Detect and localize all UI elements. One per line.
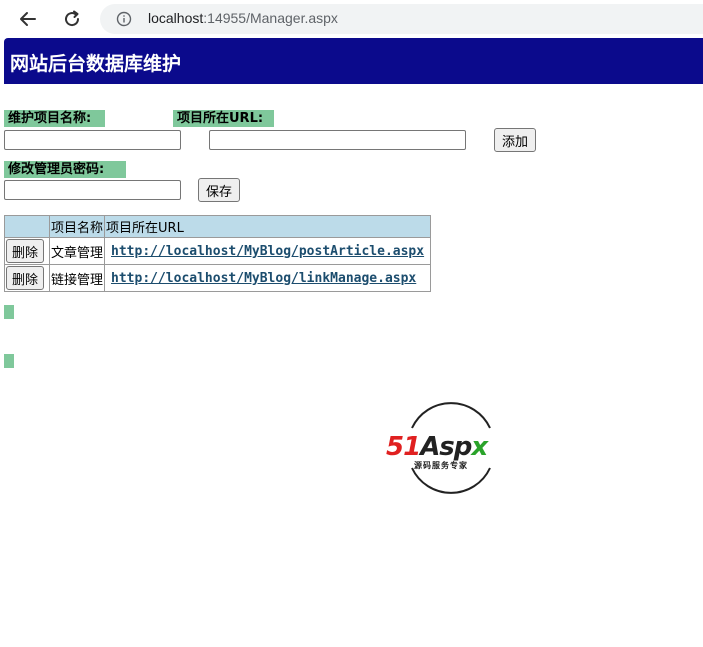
- table-cell-url: http://localhost/MyBlog/postArticle.aspx: [104, 237, 432, 265]
- table-cell-url: http://localhost/MyBlog/linkManage.aspx: [104, 264, 432, 292]
- item-url-label: 项目所在URL:: [173, 110, 274, 127]
- address-bar[interactable]: localhost:14955/Manager.aspx: [100, 4, 703, 34]
- logo-subtitle: 源码服务专家: [414, 461, 468, 470]
- table-header-name: 项目名称: [48, 215, 106, 238]
- item-name-label: 维护项目名称:: [4, 110, 105, 127]
- url-host: localhost: [148, 10, 204, 26]
- project-table: 项目名称 项目所在URL 删除 文章管理 http://localhost/My…: [4, 215, 432, 292]
- page-banner: 网站后台数据库维护: [4, 38, 703, 84]
- status-marker: [4, 305, 14, 319]
- logo-part-asp: Asp: [420, 432, 472, 462]
- table-header-action: [4, 215, 50, 238]
- page-viewport: 网站后台数据库维护 维护项目名称: 项目所在URL: 添加 修改管理员密码: 保…: [4, 38, 703, 647]
- back-button[interactable]: [16, 7, 40, 31]
- table-header-url: 项目所在URL: [104, 215, 432, 238]
- table-cell-name: 文章管理: [48, 237, 106, 265]
- browser-toolbar: localhost:14955/Manager.aspx: [0, 0, 703, 38]
- reload-button[interactable]: [60, 7, 84, 31]
- password-label: 修改管理员密码:: [4, 161, 126, 178]
- table-cell-action: 删除: [4, 237, 50, 265]
- site-info-icon[interactable]: [116, 11, 132, 27]
- table-cell-action: 删除: [4, 264, 50, 292]
- item-name-input[interactable]: [4, 130, 181, 150]
- table-row: 删除 链接管理 http://localhost/MyBlog/linkMana…: [4, 264, 432, 292]
- delete-button[interactable]: 删除: [6, 239, 45, 263]
- url-path: :14955/Manager.aspx: [203, 10, 338, 26]
- logo-wordmark: 51Aspx: [386, 432, 488, 462]
- back-arrow-icon: [20, 12, 36, 26]
- item-url-input[interactable]: [209, 130, 466, 150]
- delete-button[interactable]: 删除: [6, 266, 45, 290]
- save-button[interactable]: 保存: [198, 178, 240, 202]
- password-input[interactable]: [4, 180, 181, 200]
- status-marker: [4, 354, 14, 368]
- project-url-link[interactable]: http://localhost/MyBlog/linkManage.aspx: [111, 271, 416, 286]
- add-button[interactable]: 添加: [494, 128, 536, 152]
- table-row: 删除 文章管理 http://localhost/MyBlog/postArti…: [4, 237, 432, 265]
- table-header-row: 项目名称 项目所在URL: [4, 215, 432, 238]
- table-cell-name: 链接管理: [48, 264, 106, 292]
- watermark-logo: 51Aspx 源码服务专家: [386, 402, 516, 496]
- logo-part-51: 51: [386, 432, 421, 462]
- reload-icon: [65, 10, 80, 27]
- address-url[interactable]: localhost:14955/Manager.aspx: [148, 10, 338, 26]
- project-url-link[interactable]: http://localhost/MyBlog/postArticle.aspx: [111, 244, 424, 259]
- logo-part-x: x: [471, 432, 488, 462]
- page-title: 网站后台数据库维护: [10, 53, 182, 75]
